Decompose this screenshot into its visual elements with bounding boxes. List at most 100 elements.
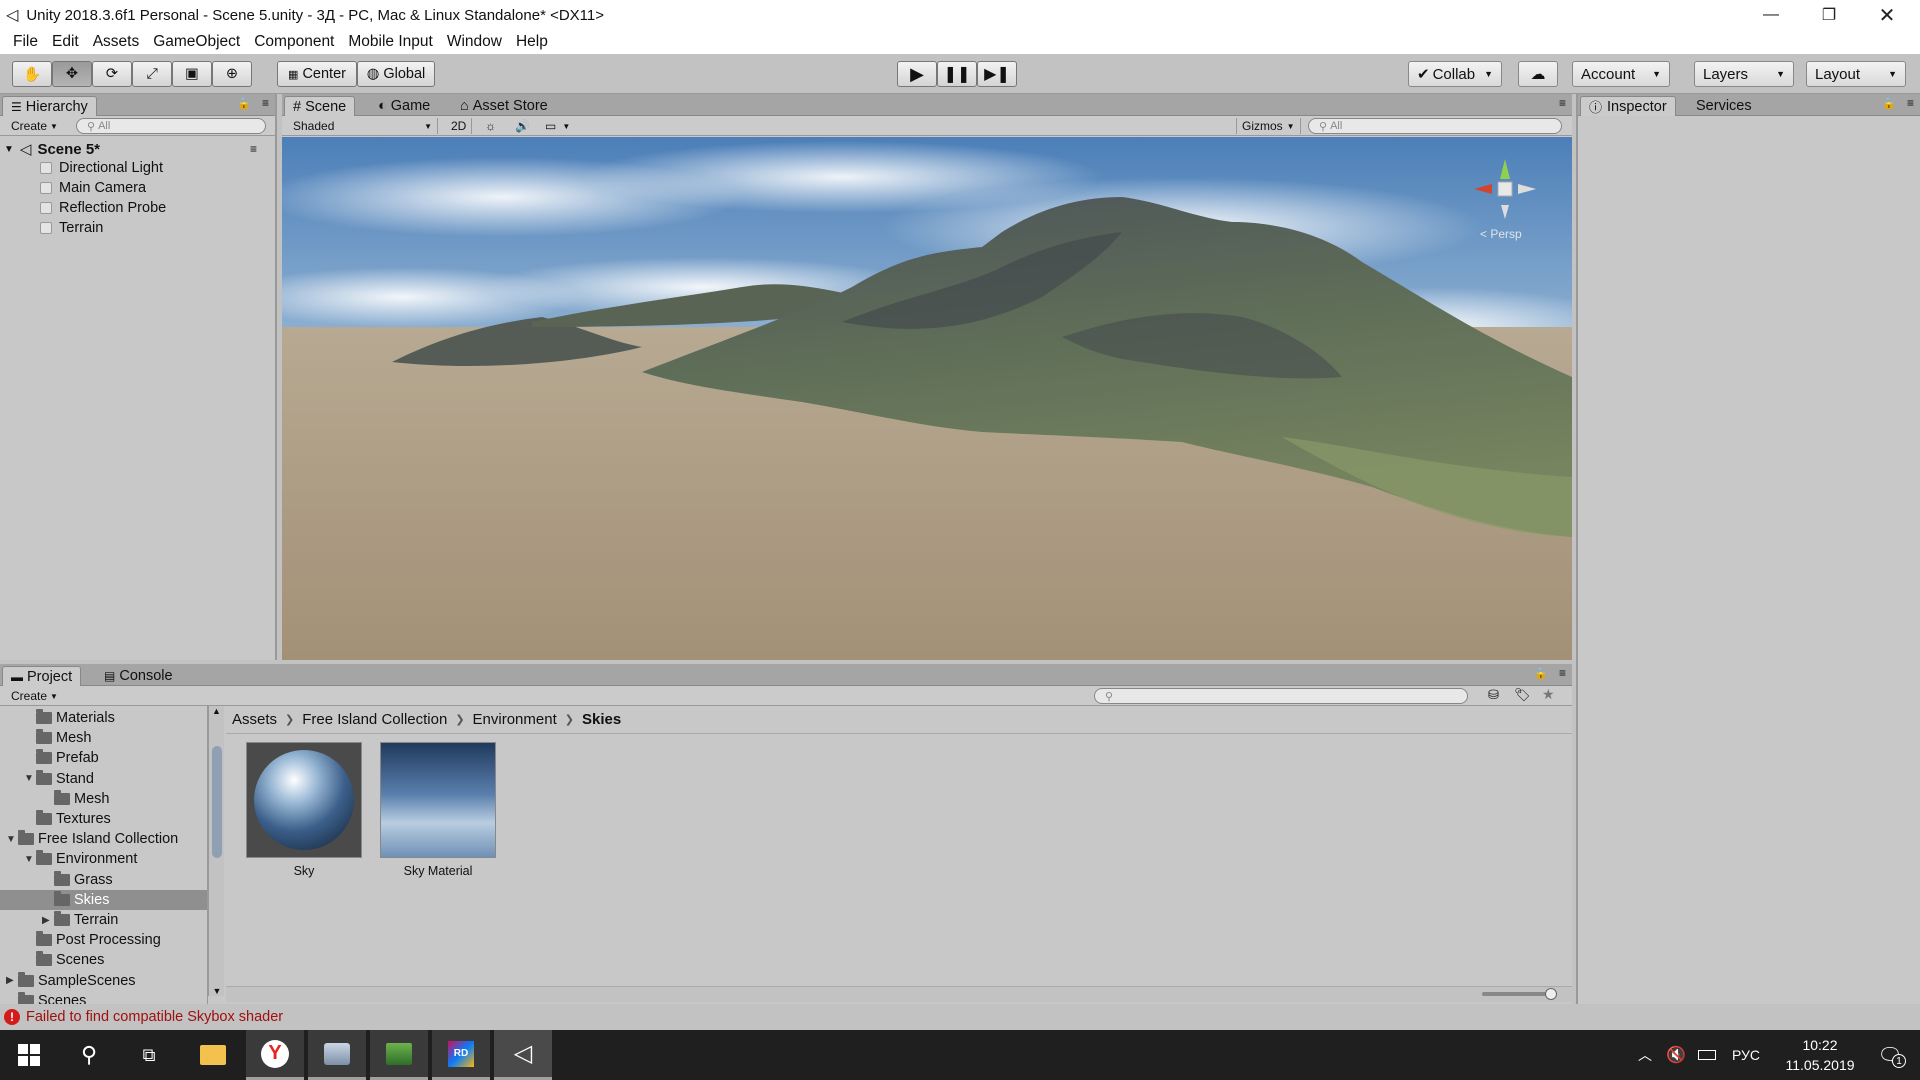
- gizmos-dropdown[interactable]: Gizmos ▼: [1236, 118, 1301, 134]
- lighting-toggle[interactable]: ☼: [480, 118, 501, 134]
- asset-tile-sky[interactable]: Sky: [246, 742, 362, 878]
- hierarchy-item-directional-light[interactable]: Directional Light: [40, 160, 163, 176]
- tree-scrollbar[interactable]: ▲ ▼: [208, 706, 224, 996]
- collab-dropdown[interactable]: ✔ Collab ▼: [1408, 61, 1502, 87]
- audio-toggle[interactable]: 🔊: [510, 118, 535, 134]
- minimize-button[interactable]: —: [1742, 0, 1800, 30]
- scroll-down-icon[interactable]: ▼: [209, 986, 225, 996]
- transform-tool-button[interactable]: ⊕: [212, 61, 252, 87]
- tree-folder-item[interactable]: Textures: [0, 809, 207, 829]
- menu-assets[interactable]: Assets: [86, 33, 147, 51]
- project-search-input[interactable]: ⚲: [1094, 688, 1468, 704]
- persp-label[interactable]: < Persp: [1480, 227, 1522, 241]
- taskbar-yandex-browser[interactable]: Y: [246, 1030, 304, 1080]
- pivot-center-button[interactable]: ▦ Center: [277, 61, 357, 87]
- tree-folder-item[interactable]: Skies: [0, 889, 207, 910]
- tab-asset-store[interactable]: ⌂ Asset Store: [452, 96, 556, 116]
- panel-menu-icon[interactable]: ≡: [262, 96, 269, 110]
- tree-folder-item[interactable]: ▼ Stand: [0, 769, 207, 789]
- pause-button[interactable]: ❚❚: [937, 61, 977, 87]
- breadcrumb-environment[interactable]: Environment: [473, 711, 557, 728]
- tab-console[interactable]: ▤ Console: [96, 666, 181, 686]
- tree-folder-item[interactable]: ▶ Terrain: [0, 910, 207, 930]
- taskbar-app-3[interactable]: [308, 1030, 366, 1080]
- 2d-toggle-button[interactable]: 2D: [446, 118, 473, 134]
- input-language[interactable]: РУС: [1732, 1047, 1760, 1063]
- scene-search-input[interactable]: ⚲ All: [1308, 118, 1562, 134]
- hierarchy-item-reflection-probe[interactable]: Reflection Probe: [40, 200, 166, 216]
- tree-folder-item[interactable]: ▼ Free Island Collection: [0, 829, 207, 849]
- menu-mobile-input[interactable]: Mobile Input: [341, 33, 439, 51]
- play-button[interactable]: ▶: [897, 61, 937, 87]
- expand-arrow-icon[interactable]: ▼: [24, 773, 36, 784]
- task-view-button[interactable]: ⧉: [120, 1030, 178, 1080]
- tab-inspector[interactable]: ⓘ Inspector: [1580, 96, 1676, 116]
- menu-help[interactable]: Help: [509, 33, 555, 51]
- slider-thumb[interactable]: [1545, 988, 1557, 1000]
- hand-tool-button[interactable]: ✋: [12, 61, 52, 87]
- menu-window[interactable]: Window: [440, 33, 509, 51]
- show-hidden-icons-button[interactable]: ︿: [1638, 1045, 1652, 1065]
- start-button[interactable]: [0, 1030, 58, 1080]
- breadcrumb-skies[interactable]: Skies: [582, 711, 621, 728]
- lock-icon[interactable]: 🔒: [237, 97, 251, 110]
- status-bar[interactable]: ! Failed to find compatible Skybox shade…: [0, 1004, 1920, 1030]
- taskbar-jetbrains-rider[interactable]: RD: [432, 1030, 490, 1080]
- tree-folder-item[interactable]: Scenes: [0, 950, 207, 970]
- menu-component[interactable]: Component: [247, 33, 341, 51]
- tab-services[interactable]: Services: [1688, 96, 1760, 116]
- panel-menu-icon[interactable]: ≡: [1559, 96, 1566, 110]
- favorites-star-icon[interactable]: ★: [1542, 686, 1555, 703]
- tab-project[interactable]: ▬ Project: [2, 666, 82, 686]
- move-tool-button[interactable]: ✥: [52, 61, 92, 87]
- scroll-thumb[interactable]: [212, 746, 222, 858]
- tree-folder-item[interactable]: ▼ Environment: [0, 849, 207, 869]
- cloud-button[interactable]: ☁: [1518, 61, 1558, 87]
- expand-arrow-icon[interactable]: ▼: [6, 834, 18, 845]
- hierarchy-item-terrain[interactable]: Terrain: [40, 220, 103, 236]
- layout-dropdown[interactable]: Layout ▼: [1806, 61, 1906, 87]
- notifications-button[interactable]: 🗨 1: [1870, 1030, 1910, 1080]
- tree-folder-item[interactable]: Grass: [0, 870, 207, 890]
- scene-menu-icon[interactable]: ≡: [250, 142, 257, 156]
- taskbar-app-4[interactable]: [370, 1030, 428, 1080]
- tree-folder-item[interactable]: ▶ SampleScenes: [0, 971, 207, 991]
- menu-file[interactable]: File: [6, 33, 45, 51]
- search-button[interactable]: ⚲: [60, 1030, 118, 1080]
- scale-tool-button[interactable]: ⤢: [132, 61, 172, 87]
- lock-icon[interactable]: 🔒: [1882, 97, 1896, 110]
- filter-by-label-icon[interactable]: 🏷: [1514, 687, 1531, 703]
- hierarchy-search-input[interactable]: ⚲ All: [76, 118, 266, 134]
- project-create-button[interactable]: Create ▼: [6, 688, 63, 704]
- tree-folder-item[interactable]: Mesh: [0, 728, 207, 748]
- expand-arrow-icon[interactable]: ▶: [42, 915, 54, 926]
- scene-viewport[interactable]: < Persp: [282, 137, 1572, 660]
- battery-icon[interactable]: [1698, 1050, 1716, 1060]
- taskbar-file-explorer[interactable]: [184, 1030, 242, 1080]
- breadcrumb-assets[interactable]: Assets: [232, 711, 277, 728]
- restore-button[interactable]: ❐: [1800, 0, 1858, 30]
- menu-gameobject[interactable]: GameObject: [146, 33, 247, 51]
- hierarchy-create-button[interactable]: Create ▼: [6, 118, 63, 134]
- close-button[interactable]: ✕: [1858, 0, 1916, 30]
- breadcrumb-free-island-collection[interactable]: Free Island Collection: [302, 711, 447, 728]
- orientation-gizmo[interactable]: < Persp: [1470, 157, 1540, 241]
- lock-icon[interactable]: 🔒: [1534, 667, 1548, 680]
- tab-game[interactable]: ◐ Game: [370, 96, 438, 116]
- tree-folder-item[interactable]: Post Processing: [0, 930, 207, 950]
- expand-arrow-icon[interactable]: ▶: [6, 975, 18, 986]
- effects-dropdown[interactable]: ▭ ▼: [540, 118, 575, 134]
- tab-hierarchy[interactable]: ☰ Hierarchy: [2, 96, 97, 116]
- clock[interactable]: 10:22 11.05.2019: [1780, 1035, 1860, 1075]
- hierarchy-item-main-camera[interactable]: Main Camera: [40, 180, 146, 196]
- layers-dropdown[interactable]: Layers ▼: [1694, 61, 1794, 87]
- scroll-up-icon[interactable]: ▲: [209, 706, 224, 716]
- panel-menu-icon[interactable]: ≡: [1559, 666, 1566, 680]
- rect-tool-button[interactable]: ▣: [172, 61, 212, 87]
- menu-edit[interactable]: Edit: [45, 33, 86, 51]
- asset-tile-sky-material[interactable]: Sky Material: [380, 742, 496, 878]
- tree-folder-item[interactable]: Materials: [0, 708, 207, 728]
- pivot-global-button[interactable]: ◍ Global: [357, 61, 435, 87]
- filter-by-type-icon[interactable]: ⛁: [1488, 687, 1499, 703]
- thumbnail-size-slider[interactable]: [1482, 988, 1557, 1000]
